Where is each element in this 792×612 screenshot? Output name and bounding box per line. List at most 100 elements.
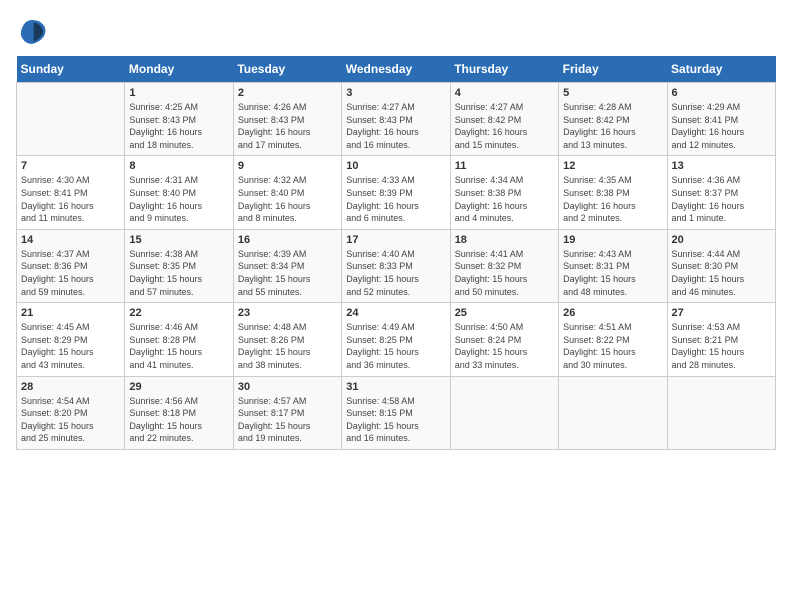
day-cell: 9 Sunrise: 4:32 AM Sunset: 8:40 PM Daylig… [233, 156, 341, 229]
day-cell: 18 Sunrise: 4:41 AM Sunset: 8:32 PM Dayli… [450, 229, 558, 302]
day-number: 26 [563, 307, 662, 319]
day-cell [559, 376, 667, 449]
day-info: Sunrise: 4:26 AM Sunset: 8:43 PM Dayligh… [238, 101, 337, 151]
day-info: Sunrise: 4:54 AM Sunset: 8:20 PM Dayligh… [21, 395, 120, 445]
day-number: 19 [563, 234, 662, 246]
day-cell: 1 Sunrise: 4:25 AM Sunset: 8:43 PM Daylig… [125, 83, 233, 156]
day-cell: 29Sunrise: 4:56 AM Sunset: 8:18 PM Dayli… [125, 376, 233, 449]
weekday-header-wednesday: Wednesday [342, 56, 450, 83]
weekday-header-sunday: Sunday [17, 56, 125, 83]
day-info: Sunrise: 4:35 AM Sunset: 8:38 PM Dayligh… [563, 174, 662, 224]
day-cell: 8 Sunrise: 4:31 AM Sunset: 8:40 PM Daylig… [125, 156, 233, 229]
day-info: Sunrise: 4:31 AM Sunset: 8:40 PM Dayligh… [129, 174, 228, 224]
day-info: Sunrise: 4:43 AM Sunset: 8:31 PM Dayligh… [563, 248, 662, 298]
day-cell [450, 376, 558, 449]
day-cell: 6 Sunrise: 4:29 AM Sunset: 8:41 PM Daylig… [667, 83, 775, 156]
day-info: Sunrise: 4:32 AM Sunset: 8:40 PM Dayligh… [238, 174, 337, 224]
week-row-4: 21 Sunrise: 4:45 AM Sunset: 8:29 PM Dayli… [17, 303, 776, 376]
day-number: 15 [129, 234, 228, 246]
day-info: Sunrise: 4:34 AM Sunset: 8:38 PM Dayligh… [455, 174, 554, 224]
day-info: Sunrise: 4:46 AM Sunset: 8:28 PM Dayligh… [129, 321, 228, 371]
day-info: Sunrise: 4:40 AM Sunset: 8:33 PM Dayligh… [346, 248, 445, 298]
day-cell: 5 Sunrise: 4:28 AM Sunset: 8:42 PM Daylig… [559, 83, 667, 156]
day-number: 7 [21, 160, 120, 172]
day-number: 22 [129, 307, 228, 319]
day-number: 18 [455, 234, 554, 246]
day-number: 9 [238, 160, 337, 172]
day-info: Sunrise: 4:57 AM Sunset: 8:17 PM Dayligh… [238, 395, 337, 445]
day-cell: 28 Sunrise: 4:54 AM Sunset: 8:20 PM Dayli… [17, 376, 125, 449]
day-cell: 24 Sunrise: 4:49 AM Sunset: 8:25 PM Dayli… [342, 303, 450, 376]
day-cell: 7Sunrise: 4:30 AM Sunset: 8:41 PM Daylig… [17, 156, 125, 229]
day-cell: 4 Sunrise: 4:27 AM Sunset: 8:42 PM Daylig… [450, 83, 558, 156]
day-number: 13 [672, 160, 771, 172]
day-info: Sunrise: 4:29 AM Sunset: 8:41 PM Dayligh… [672, 101, 771, 151]
day-info: Sunrise: 4:33 AM Sunset: 8:39 PM Dayligh… [346, 174, 445, 224]
day-number: 1 [129, 87, 228, 99]
week-row-2: 7Sunrise: 4:30 AM Sunset: 8:41 PM Daylig… [17, 156, 776, 229]
day-info: Sunrise: 4:51 AM Sunset: 8:22 PM Dayligh… [563, 321, 662, 371]
day-cell: 20 Sunrise: 4:44 AM Sunset: 8:30 PM Dayli… [667, 229, 775, 302]
day-number: 14 [21, 234, 120, 246]
day-cell: 10 Sunrise: 4:33 AM Sunset: 8:39 PM Dayli… [342, 156, 450, 229]
day-info: Sunrise: 4:53 AM Sunset: 8:21 PM Dayligh… [672, 321, 771, 371]
weekday-header-friday: Friday [559, 56, 667, 83]
week-row-3: 14 Sunrise: 4:37 AM Sunset: 8:36 PM Dayli… [17, 229, 776, 302]
calendar-table: SundayMondayTuesdayWednesdayThursdayFrid… [16, 56, 776, 450]
day-info: Sunrise: 4:37 AM Sunset: 8:36 PM Dayligh… [21, 248, 120, 298]
day-cell: 17 Sunrise: 4:40 AM Sunset: 8:33 PM Dayli… [342, 229, 450, 302]
day-number: 24 [346, 307, 445, 319]
day-number: 20 [672, 234, 771, 246]
day-cell: 12 Sunrise: 4:35 AM Sunset: 8:38 PM Dayli… [559, 156, 667, 229]
day-info: Sunrise: 4:44 AM Sunset: 8:30 PM Dayligh… [672, 248, 771, 298]
day-number: 2 [238, 87, 337, 99]
day-cell: 13 Sunrise: 4:36 AM Sunset: 8:37 PM Dayli… [667, 156, 775, 229]
day-cell: 16 Sunrise: 4:39 AM Sunset: 8:34 PM Dayli… [233, 229, 341, 302]
day-cell: 14 Sunrise: 4:37 AM Sunset: 8:36 PM Dayli… [17, 229, 125, 302]
day-cell: 2 Sunrise: 4:26 AM Sunset: 8:43 PM Daylig… [233, 83, 341, 156]
day-cell: 21 Sunrise: 4:45 AM Sunset: 8:29 PM Dayli… [17, 303, 125, 376]
day-number: 21 [21, 307, 120, 319]
weekday-header-saturday: Saturday [667, 56, 775, 83]
day-info: Sunrise: 4:45 AM Sunset: 8:29 PM Dayligh… [21, 321, 120, 371]
day-number: 10 [346, 160, 445, 172]
logo [16, 16, 52, 48]
day-info: Sunrise: 4:49 AM Sunset: 8:25 PM Dayligh… [346, 321, 445, 371]
day-cell: 19 Sunrise: 4:43 AM Sunset: 8:31 PM Dayli… [559, 229, 667, 302]
day-cell: 23 Sunrise: 4:48 AM Sunset: 8:26 PM Dayli… [233, 303, 341, 376]
logo-icon [16, 16, 48, 48]
day-number: 23 [238, 307, 337, 319]
day-number: 12 [563, 160, 662, 172]
day-info: Sunrise: 4:27 AM Sunset: 8:43 PM Dayligh… [346, 101, 445, 151]
day-number: 8 [129, 160, 228, 172]
day-info: Sunrise: 4:25 AM Sunset: 8:43 PM Dayligh… [129, 101, 228, 151]
weekday-header-monday: Monday [125, 56, 233, 83]
day-number: 3 [346, 87, 445, 99]
day-info: Sunrise: 4:28 AM Sunset: 8:42 PM Dayligh… [563, 101, 662, 151]
day-cell [17, 83, 125, 156]
day-cell: 3 Sunrise: 4:27 AM Sunset: 8:43 PM Daylig… [342, 83, 450, 156]
day-cell: 31 Sunrise: 4:58 AM Sunset: 8:15 PM Dayli… [342, 376, 450, 449]
day-number: 16 [238, 234, 337, 246]
day-cell: 25Sunrise: 4:50 AM Sunset: 8:24 PM Dayli… [450, 303, 558, 376]
day-number: 4 [455, 87, 554, 99]
day-number: 17 [346, 234, 445, 246]
day-cell: 30Sunrise: 4:57 AM Sunset: 8:17 PM Dayli… [233, 376, 341, 449]
day-info: Sunrise: 4:39 AM Sunset: 8:34 PM Dayligh… [238, 248, 337, 298]
day-number: 6 [672, 87, 771, 99]
day-number: 29 [129, 381, 228, 393]
day-info: Sunrise: 4:38 AM Sunset: 8:35 PM Dayligh… [129, 248, 228, 298]
week-row-5: 28 Sunrise: 4:54 AM Sunset: 8:20 PM Dayli… [17, 376, 776, 449]
day-info: Sunrise: 4:50 AM Sunset: 8:24 PM Dayligh… [455, 321, 554, 371]
day-number: 28 [21, 381, 120, 393]
day-info: Sunrise: 4:27 AM Sunset: 8:42 PM Dayligh… [455, 101, 554, 151]
day-number: 5 [563, 87, 662, 99]
day-info: Sunrise: 4:58 AM Sunset: 8:15 PM Dayligh… [346, 395, 445, 445]
day-cell: 22 Sunrise: 4:46 AM Sunset: 8:28 PM Dayli… [125, 303, 233, 376]
day-info: Sunrise: 4:41 AM Sunset: 8:32 PM Dayligh… [455, 248, 554, 298]
day-info: Sunrise: 4:48 AM Sunset: 8:26 PM Dayligh… [238, 321, 337, 371]
day-number: 31 [346, 381, 445, 393]
day-info: Sunrise: 4:36 AM Sunset: 8:37 PM Dayligh… [672, 174, 771, 224]
day-cell: 26 Sunrise: 4:51 AM Sunset: 8:22 PM Dayli… [559, 303, 667, 376]
day-cell: 15 Sunrise: 4:38 AM Sunset: 8:35 PM Dayli… [125, 229, 233, 302]
